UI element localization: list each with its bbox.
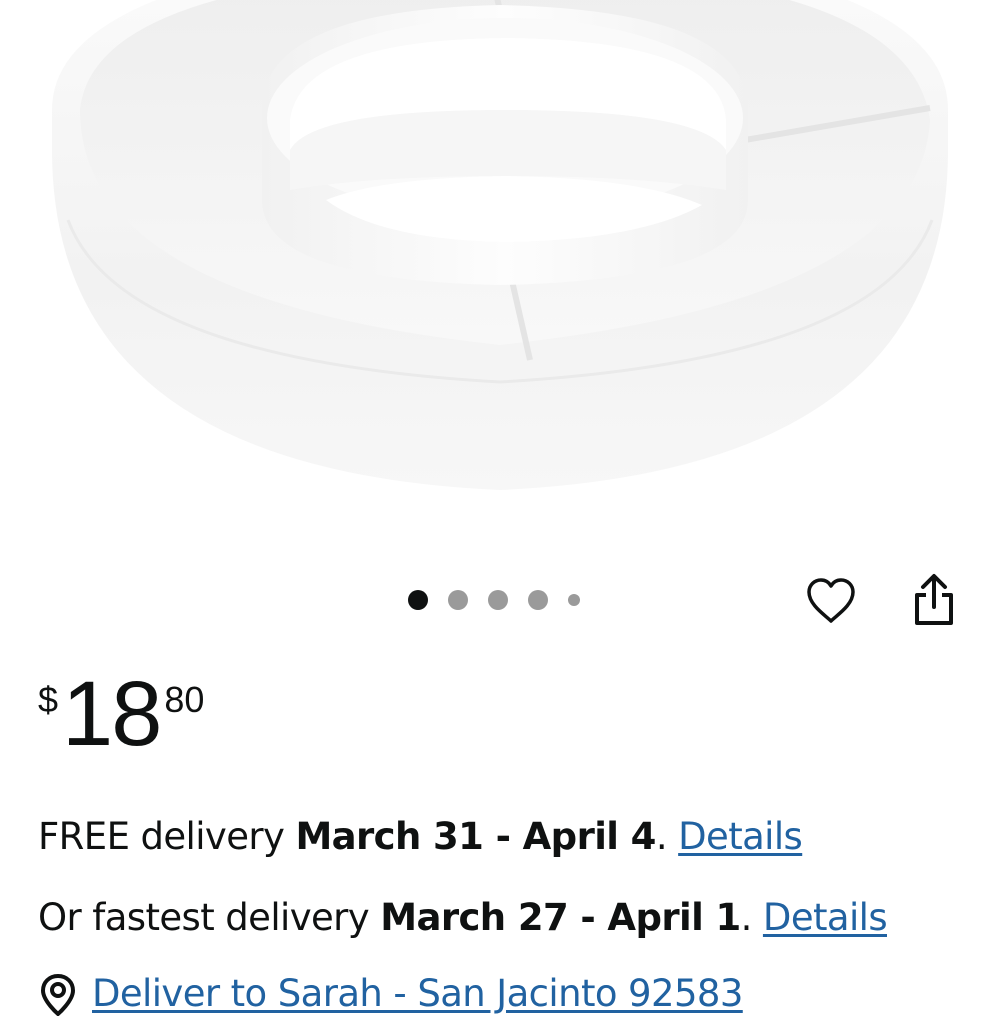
fastest-delivery-suffix: . (740, 896, 763, 939)
product-price: $ 18 80 (38, 668, 204, 768)
free-delivery-details-link[interactable]: Details (678, 815, 803, 858)
fastest-delivery-message: Or fastest delivery March 27 - April 1. … (38, 896, 888, 940)
carousel-dot-2[interactable] (448, 590, 468, 610)
price-currency-symbol: $ (38, 679, 59, 720)
deliver-to-location[interactable]: Deliver to Sarah - San Jacinto 92583 (38, 972, 743, 1016)
heart-icon (807, 578, 855, 623)
fastest-delivery-prefix: Or fastest delivery (38, 896, 381, 939)
location-pin-icon (38, 972, 78, 1016)
divided-serving-bowl-image (52, 0, 948, 490)
carousel-dot-3[interactable] (488, 590, 508, 610)
price-whole: 18 (62, 663, 162, 765)
carousel-dot-5[interactable] (568, 594, 580, 606)
fastest-delivery-dates: March 27 - April 1 (380, 896, 741, 939)
image-carousel-indicator[interactable] (408, 589, 580, 611)
share-icon (915, 574, 953, 625)
price-fraction: 80 (164, 679, 205, 720)
free-delivery-dates: March 31 - April 4 (295, 815, 656, 858)
fastest-delivery-details-link[interactable]: Details (763, 896, 888, 939)
carousel-dot-1[interactable] (408, 590, 428, 610)
add-to-list-button[interactable] (800, 570, 862, 632)
free-delivery-message: FREE delivery March 31 - April 4. Detail… (38, 815, 803, 859)
free-delivery-suffix: . (655, 815, 679, 858)
product-image[interactable] (0, 0, 1000, 560)
deliver-to-address-link[interactable]: Deliver to Sarah - San Jacinto 92583 (92, 972, 743, 1016)
carousel-dot-4[interactable] (528, 590, 548, 610)
free-delivery-prefix: FREE delivery (38, 815, 296, 858)
share-button[interactable] (904, 568, 964, 632)
